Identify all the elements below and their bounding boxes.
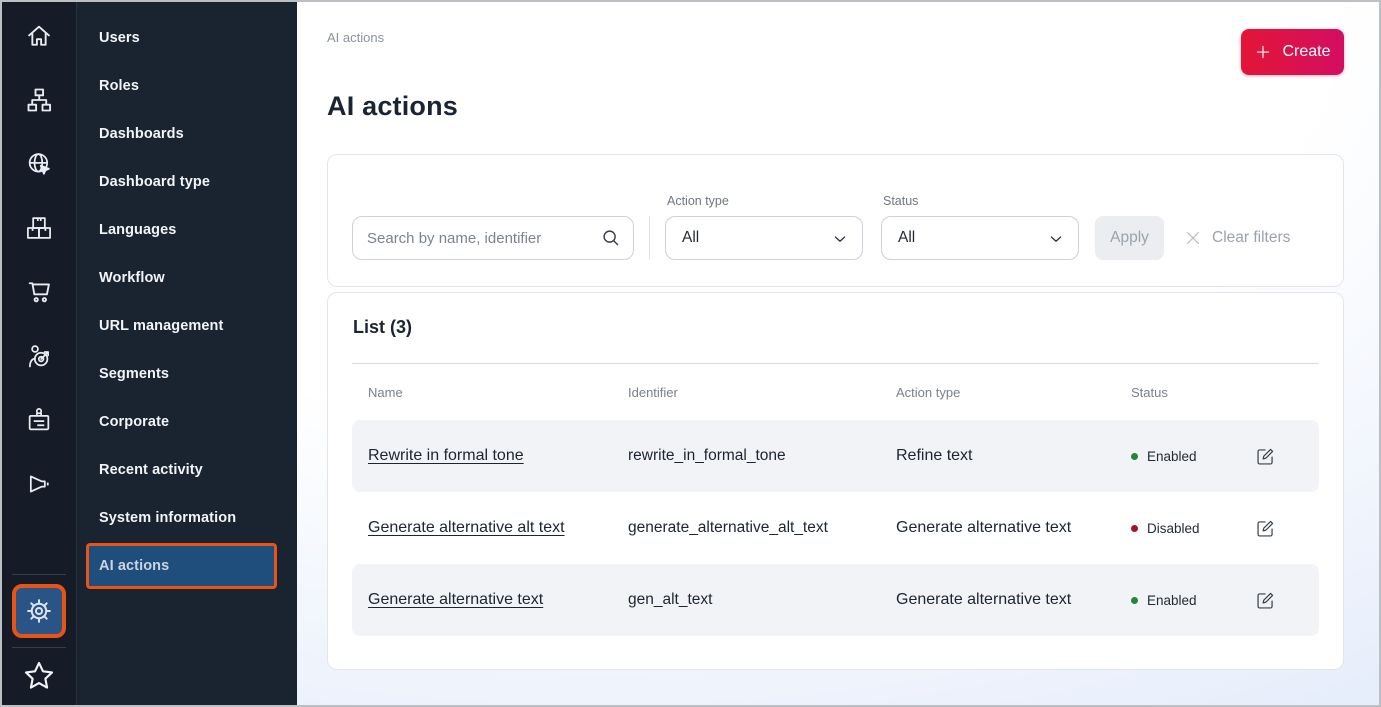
- page-title: AI actions: [327, 91, 1379, 122]
- status-badge: Enabled: [1131, 449, 1255, 464]
- row-name-link[interactable]: Generate alternative alt text: [368, 519, 628, 537]
- clear-filters-label: Clear filters: [1212, 229, 1290, 247]
- sidebar-item-segments[interactable]: Segments: [77, 350, 297, 398]
- sidebar-item-workflow[interactable]: Workflow: [77, 254, 297, 302]
- row-action-type: Generate alternative text: [896, 519, 1131, 537]
- app-window: Users Roles Dashboards Dashboard type La…: [0, 0, 1381, 707]
- status-dot: [1131, 453, 1138, 460]
- sidebar-item-label: System information: [99, 510, 236, 526]
- row-identifier: gen_alt_text: [628, 591, 896, 609]
- column-header-action-type: Action type: [896, 385, 1131, 400]
- breadcrumb[interactable]: AI actions: [327, 2, 384, 45]
- star-icon[interactable]: [22, 659, 56, 693]
- sidebar-item-system-information[interactable]: System information: [77, 494, 297, 542]
- rail-divider-bottom: [12, 647, 66, 648]
- chevron-down-icon: [1047, 230, 1065, 248]
- list-heading: List (3): [352, 317, 1319, 338]
- edit-icon[interactable]: [1255, 588, 1279, 612]
- table-row: Rewrite in formal tone rewrite_in_formal…: [352, 420, 1319, 492]
- settings-menu: Users Roles Dashboards Dashboard type La…: [77, 2, 297, 705]
- action-type-label: Action type: [665, 194, 863, 208]
- filter-panel: Action type All Status All: [327, 154, 1344, 287]
- target-icon[interactable]: [17, 341, 61, 371]
- action-type-select[interactable]: All: [665, 216, 863, 260]
- chevron-down-icon: [831, 230, 849, 248]
- create-button-label: Create: [1282, 43, 1330, 61]
- sidebar-item-label: Languages: [99, 222, 176, 238]
- column-header-status: Status: [1131, 385, 1255, 400]
- cart-icon[interactable]: [17, 277, 61, 307]
- plus-icon: [1254, 43, 1272, 61]
- action-type-filter: Action type All: [665, 194, 863, 260]
- megaphone-icon[interactable]: [17, 469, 61, 499]
- sidebar-item-label: Corporate: [99, 414, 169, 430]
- sidebar-item-label: Dashboard type: [99, 174, 210, 190]
- sidebar-item-label: URL management: [99, 318, 223, 334]
- table-row: Generate alternative text gen_alt_text G…: [352, 564, 1319, 636]
- list-panel: List (3) Name Identifier Action type Sta…: [327, 292, 1344, 670]
- search-input[interactable]: [352, 216, 634, 260]
- sidebar-item-dashboards[interactable]: Dashboards: [77, 110, 297, 158]
- column-header-name: Name: [368, 385, 628, 400]
- row-name-link[interactable]: Rewrite in formal tone: [368, 447, 628, 465]
- status-text: Disabled: [1147, 521, 1200, 536]
- packages-icon[interactable]: [17, 213, 61, 243]
- search-group: [352, 216, 634, 260]
- status-dot: [1131, 525, 1138, 532]
- status-badge: Disabled: [1131, 521, 1255, 536]
- sidebar-item-dashboard-type[interactable]: Dashboard type: [77, 158, 297, 206]
- status-select[interactable]: All: [881, 216, 1079, 260]
- search-icon[interactable]: [600, 227, 622, 249]
- apply-button[interactable]: Apply: [1095, 216, 1164, 260]
- sidebar-item-url-management[interactable]: URL management: [77, 302, 297, 350]
- sidebar-item-users[interactable]: Users: [77, 14, 297, 62]
- edit-icon[interactable]: [1255, 444, 1279, 468]
- sidebar-item-roles[interactable]: Roles: [77, 62, 297, 110]
- sidebar-item-label: Workflow: [99, 270, 165, 286]
- sidebar-item-label: AI actions: [99, 558, 169, 574]
- status-text: Enabled: [1147, 593, 1197, 608]
- sidebar-item-label: Recent activity: [99, 462, 203, 478]
- row-name-link[interactable]: Generate alternative text: [368, 591, 628, 609]
- sidebar-item-label: Roles: [99, 78, 139, 94]
- sidebar-item-recent-activity[interactable]: Recent activity: [77, 446, 297, 494]
- row-action-type: Refine text: [896, 447, 1131, 465]
- clear-filters-button[interactable]: Clear filters: [1183, 216, 1290, 260]
- status-badge: Enabled: [1131, 593, 1255, 608]
- settings-gear-icon[interactable]: [12, 584, 66, 638]
- sidebar-item-corporate[interactable]: Corporate: [77, 398, 297, 446]
- rail-divider-top: [12, 574, 66, 575]
- table-row: Generate alternative alt text generate_a…: [352, 492, 1319, 564]
- sidebar-item-label: Dashboards: [99, 126, 184, 142]
- badge-icon[interactable]: [17, 405, 61, 435]
- sidebar-item-languages[interactable]: Languages: [77, 206, 297, 254]
- status-text: Enabled: [1147, 449, 1197, 464]
- icon-rail: [2, 2, 77, 705]
- edit-icon[interactable]: [1255, 516, 1279, 540]
- status-dot: [1131, 597, 1138, 604]
- status-label: Status: [881, 194, 1079, 208]
- row-action-type: Generate alternative text: [896, 591, 1131, 609]
- sitemap-icon[interactable]: [17, 85, 61, 115]
- globe-icon[interactable]: [17, 149, 61, 179]
- row-identifier: generate_alternative_alt_text: [628, 519, 896, 537]
- sidebar-item-label: Users: [99, 30, 140, 46]
- home-icon[interactable]: [17, 21, 61, 51]
- action-type-value: All: [682, 229, 699, 247]
- filter-divider: [649, 216, 650, 260]
- rail-bottom-section: [12, 574, 66, 705]
- main-content: AI actions Create AI actions Action type: [297, 2, 1379, 705]
- row-identifier: rewrite_in_formal_tone: [628, 447, 896, 465]
- status-value: All: [898, 229, 915, 247]
- column-header-identifier: Identifier: [628, 385, 896, 400]
- sidebar-item-ai-actions[interactable]: AI actions: [86, 543, 277, 589]
- close-icon: [1183, 228, 1203, 248]
- status-filter: Status All: [881, 194, 1079, 260]
- table-header: Name Identifier Action type Status: [352, 364, 1319, 420]
- create-button[interactable]: Create: [1241, 29, 1344, 75]
- sidebar-item-label: Segments: [99, 366, 169, 382]
